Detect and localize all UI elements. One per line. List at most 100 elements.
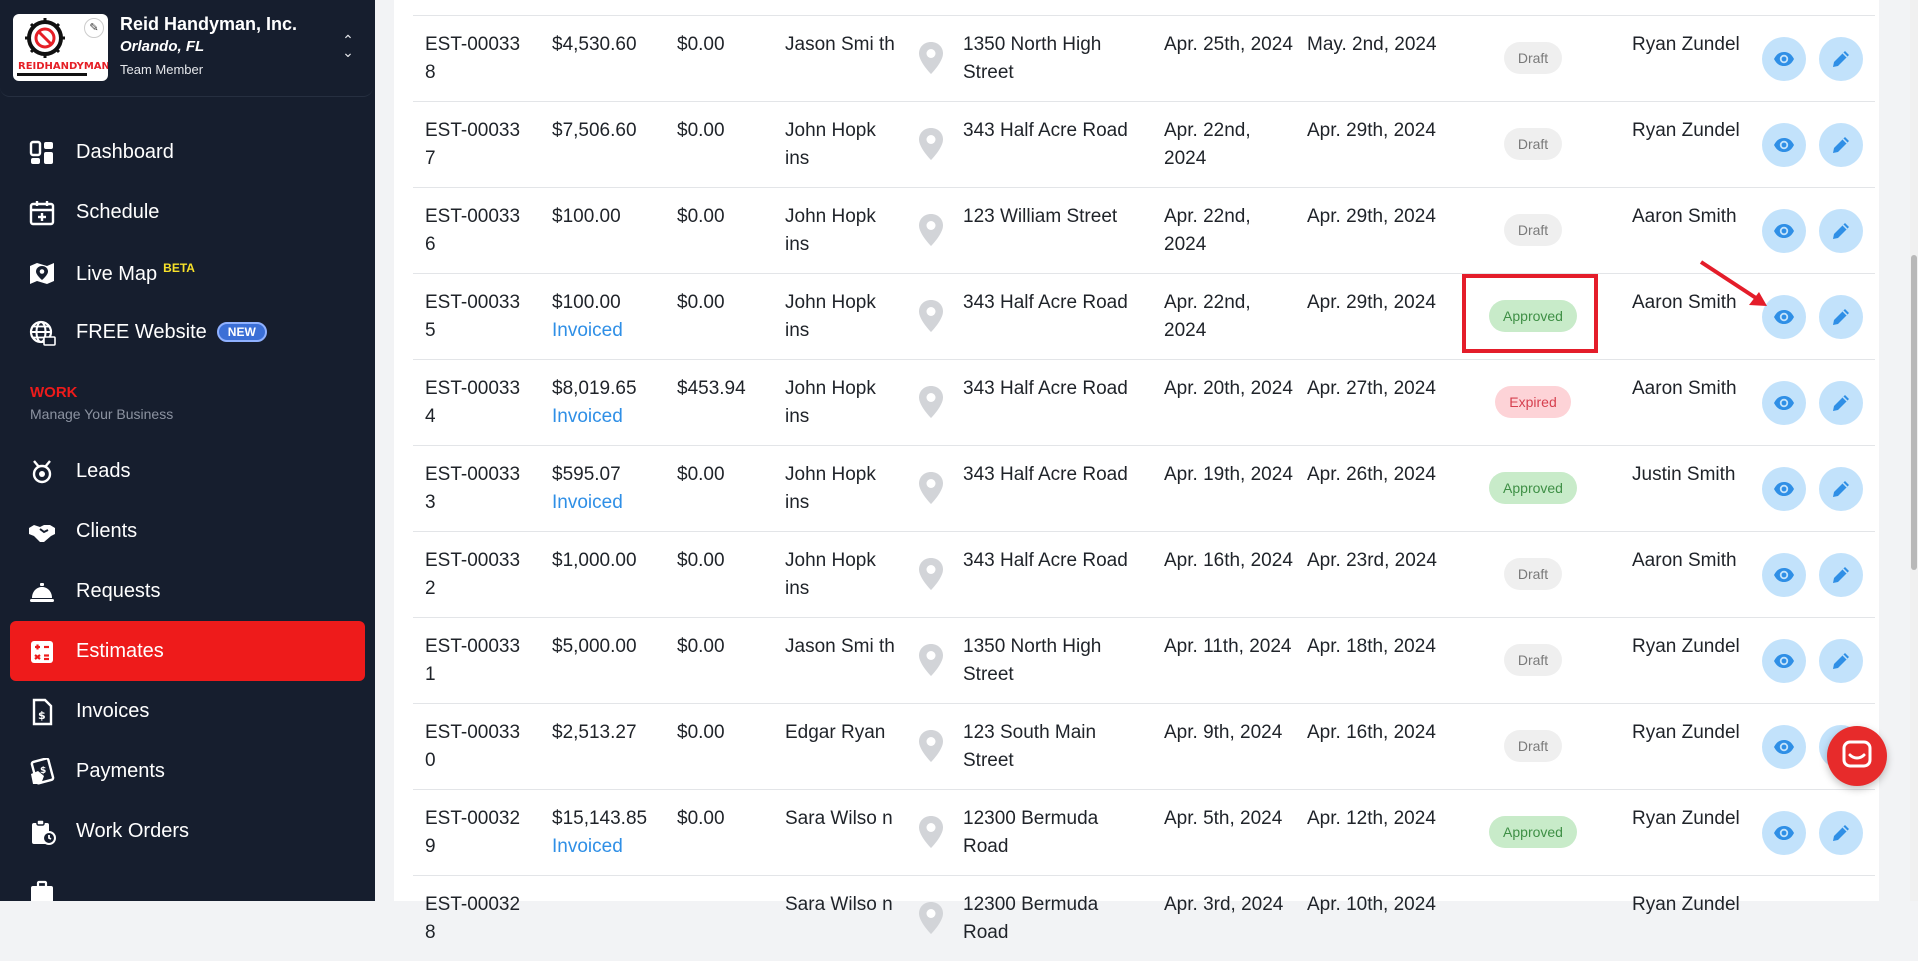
- table-row[interactable]: EST-00033 6 $100.00 $0.00 John Hopk ins …: [413, 187, 1875, 273]
- table-row[interactable]: EST-00032 9 $15,143.85 Invoiced $0.00 Sar…: [413, 789, 1875, 875]
- table-row[interactable]: EST-00033 1 $5,000.00 $0.00 Jason Smi th…: [413, 617, 1875, 703]
- view-button[interactable]: [1762, 467, 1806, 511]
- estimate-number[interactable]: EST-00033 3: [425, 461, 535, 517]
- client-name[interactable]: Jason Smi th: [785, 31, 905, 59]
- table-row[interactable]: EST-00033 2 $1,000.00 $0.00 John Hopk in…: [413, 531, 1875, 617]
- table-row[interactable]: EST-00032 8 Sara Wilso n 12300 Bermuda R…: [413, 875, 1875, 961]
- edit-button[interactable]: [1819, 295, 1863, 339]
- sidebar-item-invoices[interactable]: $ Invoices: [10, 681, 365, 741]
- table-row[interactable]: EST-00033 5 $100.00 Invoiced $0.00 John H…: [413, 273, 1875, 359]
- estimate-number[interactable]: EST-00033 6: [425, 203, 535, 259]
- sidebar-item-work-orders[interactable]: Work Orders: [10, 801, 365, 861]
- view-button[interactable]: [1762, 639, 1806, 683]
- total-amount: $5,000.00: [552, 636, 637, 657]
- edit-button[interactable]: [1819, 123, 1863, 167]
- scrollbar[interactable]: [1910, 0, 1918, 901]
- table-row[interactable]: EST-00033 4 $8,019.65 Invoiced $453.94 Jo…: [413, 359, 1875, 445]
- amount-paid: $0.00: [677, 120, 725, 141]
- status-cell: Draft: [1458, 644, 1608, 676]
- sidebar-item-payments[interactable]: $ Payments: [10, 741, 365, 801]
- table-row[interactable]: EST-00033 7 $7,506.60 $0.00 John Hopk in…: [413, 101, 1875, 187]
- edit-button[interactable]: [1819, 467, 1863, 511]
- sidebar-item-label: Requests: [76, 580, 161, 602]
- chat-launcher-button[interactable]: [1827, 726, 1887, 786]
- table-row[interactable]: EST-00033 3 $595.07 Invoiced $0.00 John H…: [413, 445, 1875, 531]
- view-button[interactable]: [1762, 811, 1806, 855]
- eye-icon: [1774, 568, 1794, 582]
- service-address: 123 South Main Street: [963, 722, 1097, 771]
- date-created: Apr. 22nd, 2024: [1164, 120, 1251, 169]
- estimate-number[interactable]: EST-00033 7: [425, 117, 535, 173]
- sidebar-item-schedule[interactable]: Schedule: [10, 182, 365, 242]
- view-button[interactable]: [1762, 209, 1806, 253]
- estimate-number[interactable]: EST-00033 1: [425, 633, 535, 689]
- estimate-number[interactable]: EST-00032 8: [425, 891, 535, 947]
- sidebar-item-clients[interactable]: Clients: [10, 501, 365, 561]
- edit-button[interactable]: [1819, 37, 1863, 81]
- edit-button[interactable]: [1819, 811, 1863, 855]
- client-name[interactable]: Edgar Ryan: [785, 719, 905, 747]
- date-valid-until: Apr. 18th, 2024: [1307, 636, 1436, 657]
- status-badge: Approved: [1489, 472, 1577, 504]
- edit-button[interactable]: [1819, 553, 1863, 597]
- sidebar-item-label: Estimates: [76, 640, 164, 662]
- client-name[interactable]: John Hopk ins: [785, 117, 905, 173]
- edit-button[interactable]: [1819, 639, 1863, 683]
- estimate-number[interactable]: EST-00033 5: [425, 289, 535, 345]
- new-badge: NEW: [216, 322, 267, 342]
- sidebar-item-live-map[interactable]: Live Map BETA: [10, 242, 365, 302]
- invoiced-link[interactable]: Invoiced: [552, 403, 672, 431]
- assigned-person: Ryan Zundel: [1632, 894, 1740, 915]
- date-valid-until: Apr. 12th, 2024: [1307, 808, 1436, 829]
- scrollbar-thumb[interactable]: [1911, 255, 1917, 570]
- client-name[interactable]: John Hopk ins: [785, 203, 905, 259]
- invoiced-link[interactable]: Invoiced: [552, 317, 672, 345]
- client-name[interactable]: John Hopk ins: [785, 289, 905, 345]
- assigned-person: Aaron Smith: [1632, 378, 1737, 399]
- estimate-number[interactable]: EST-00033 8: [425, 31, 535, 87]
- table-row[interactable]: EST-00033 0 $2,513.27 $0.00 Edgar Ryan 1…: [413, 703, 1875, 789]
- edit-button[interactable]: [1819, 209, 1863, 253]
- chevron-up-down-icon[interactable]: ⌃ ⌄: [338, 33, 358, 60]
- sidebar-item-label: Clients: [76, 520, 138, 542]
- edit-logo-icon[interactable]: ✎: [84, 18, 104, 38]
- view-button[interactable]: [1762, 123, 1806, 167]
- table-row[interactable]: EST-00033 8 $4,530.60 $0.00 Jason Smi th…: [413, 15, 1875, 101]
- company-switcher[interactable]: REIDHANDYMAN ✎ Reid Handyman, Inc. Orlan…: [0, 0, 373, 97]
- sidebar-item-requests[interactable]: Requests: [10, 561, 365, 621]
- client-name[interactable]: John Hopk ins: [785, 547, 905, 603]
- invoiced-link[interactable]: Invoiced: [552, 833, 672, 861]
- sidebar-item-label: Payments: [76, 760, 165, 782]
- estimate-number[interactable]: EST-00033 0: [425, 719, 535, 775]
- invoiced-link[interactable]: Invoiced: [552, 489, 672, 517]
- company-logo: REIDHANDYMAN ✎: [13, 14, 108, 81]
- sidebar-item-next[interactable]: [10, 861, 365, 901]
- estimate-number[interactable]: EST-00033 4: [425, 375, 535, 431]
- status-badge: Expired: [1495, 386, 1571, 418]
- pencil-icon: [1833, 137, 1849, 153]
- pencil-icon: [1833, 481, 1849, 497]
- client-name[interactable]: John Hopk ins: [785, 375, 905, 431]
- estimate-number[interactable]: EST-00033 2: [425, 547, 535, 603]
- edit-button[interactable]: [1819, 381, 1863, 425]
- estimate-total: $1,000.00: [552, 547, 672, 575]
- client-name[interactable]: Jason Smi th: [785, 633, 905, 661]
- sidebar-item-label: FREE Website NEW: [76, 321, 267, 344]
- free-website-label: FREE Website: [76, 321, 207, 343]
- sidebar-item-dashboard[interactable]: Dashboard: [10, 122, 365, 182]
- sidebar-item-estimates[interactable]: Estimates: [10, 621, 365, 681]
- view-button[interactable]: [1762, 37, 1806, 81]
- view-button[interactable]: [1762, 553, 1806, 597]
- view-button[interactable]: [1762, 381, 1806, 425]
- estimate-total: $100.00: [552, 203, 672, 231]
- client-name[interactable]: Sara Wilso n: [785, 805, 905, 833]
- assigned-person: Ryan Zundel: [1632, 636, 1740, 657]
- location-pin-icon: [919, 558, 943, 590]
- client-name[interactable]: Sara Wilso n: [785, 891, 905, 919]
- client-name[interactable]: John Hopk ins: [785, 461, 905, 517]
- sidebar-item-free-website[interactable]: FREE Website NEW: [10, 302, 365, 362]
- status-cell: Approved: [1458, 816, 1608, 848]
- sidebar-item-leads[interactable]: Leads: [10, 441, 365, 501]
- view-button[interactable]: [1762, 725, 1806, 769]
- estimate-number[interactable]: EST-00032 9: [425, 805, 535, 861]
